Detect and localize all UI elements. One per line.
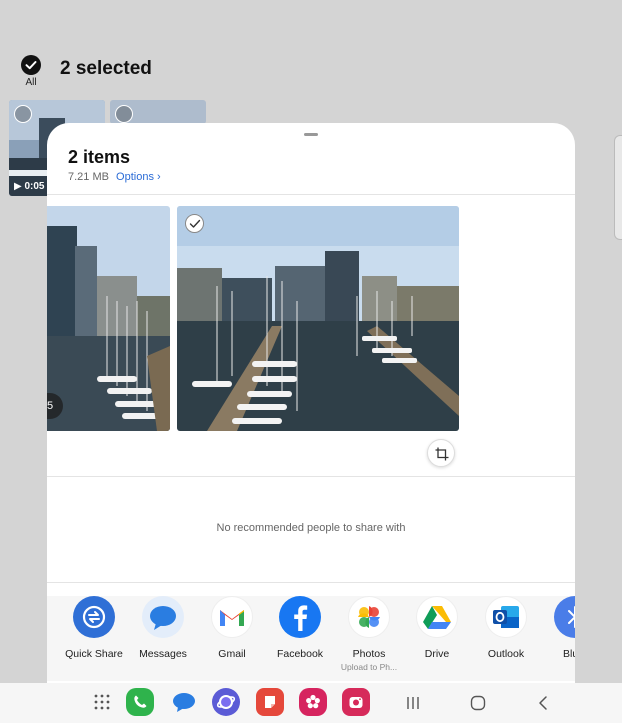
- share-app-google-photos[interactable]: Photos Upload to Ph...: [334, 596, 404, 672]
- harbor-photo-image: [177, 206, 459, 431]
- google-photos-icon: [348, 596, 390, 638]
- app-label: Messages: [139, 648, 187, 660]
- app-label: Facebook: [276, 648, 324, 660]
- back-icon: [539, 696, 547, 710]
- facebook-icon: [279, 596, 321, 638]
- recents-icon: [407, 697, 419, 709]
- divider: [47, 476, 575, 477]
- app-label: Photos: [352, 648, 386, 660]
- home-icon: [470, 695, 486, 711]
- notes-icon[interactable]: [256, 688, 284, 716]
- share-app-facebook[interactable]: Facebook: [265, 596, 335, 660]
- select-all-toggle[interactable]: All: [18, 55, 44, 88]
- options-link[interactable]: Options ›: [116, 171, 161, 183]
- no-recommended-people-text: No recommended people to share with: [216, 522, 406, 534]
- back-button[interactable]: [531, 691, 555, 715]
- shared-photo-1[interactable]: 5: [47, 206, 170, 431]
- navigation-bar: [0, 683, 622, 723]
- phone-icon[interactable]: [126, 688, 154, 716]
- share-app-bluetooth[interactable]: Bluet: [540, 596, 575, 660]
- messages-icon[interactable]: [170, 688, 198, 716]
- shared-photo-2[interactable]: [177, 206, 459, 431]
- share-app-row: Quick Share Messages Gmail Facebook Phot…: [47, 596, 575, 681]
- google-drive-icon: [416, 596, 458, 638]
- gallery-thumbnail-photo[interactable]: [110, 100, 206, 124]
- edit-crop-button[interactable]: [427, 439, 455, 467]
- crop-icon: [435, 447, 449, 461]
- thumbnail-check-icon[interactable]: [115, 105, 133, 123]
- select-all-check-icon: [21, 55, 41, 75]
- internet-icon[interactable]: [212, 688, 240, 716]
- photo-selected-check-icon[interactable]: [185, 214, 204, 233]
- bluetooth-icon: [554, 596, 575, 638]
- app-label: Quick Share: [65, 648, 123, 660]
- share-file-size: 7.21 MB: [68, 171, 109, 183]
- selected-count-title: 2 selected: [60, 58, 152, 79]
- messages-icon: [142, 596, 184, 638]
- sheet-drag-handle[interactable]: [304, 133, 318, 136]
- select-all-label: All: [25, 77, 37, 88]
- share-item-count: 2 items: [68, 147, 131, 167]
- edge-panel-handle[interactable]: [614, 135, 622, 240]
- share-meta: 7.21 MB Options ›: [68, 171, 161, 183]
- app-label: Drive: [424, 648, 450, 660]
- divider: [47, 194, 575, 195]
- outlook-icon: [485, 596, 527, 638]
- app-label: Outlook: [487, 648, 525, 660]
- divider: [47, 582, 575, 583]
- flower-icon[interactable]: [299, 688, 327, 716]
- share-app-messages[interactable]: Messages: [128, 596, 198, 660]
- quick-share-icon: [73, 596, 115, 638]
- recents-button[interactable]: [401, 691, 425, 715]
- app-sublabel: Upload to Ph...: [340, 662, 398, 672]
- share-app-quick-share[interactable]: Quick Share: [59, 596, 129, 660]
- camera-icon[interactable]: [342, 688, 370, 716]
- share-app-drive[interactable]: Drive: [402, 596, 472, 660]
- share-app-gmail[interactable]: Gmail: [197, 596, 267, 660]
- app-label: Gmail: [218, 648, 246, 660]
- share-app-outlook[interactable]: Outlook: [471, 596, 541, 660]
- gmail-icon: [211, 596, 253, 638]
- apps-grid-icon[interactable]: [88, 688, 116, 716]
- home-button[interactable]: [466, 691, 490, 715]
- app-label: Bluet: [563, 648, 575, 660]
- share-sheet: 2 items 7.21 MB Options › 5 No recommend…: [47, 123, 575, 683]
- harbor-photo-image: [47, 206, 170, 431]
- thumbnail-check-icon[interactable]: [14, 105, 32, 123]
- video-duration: ▶ 0:05: [14, 181, 45, 192]
